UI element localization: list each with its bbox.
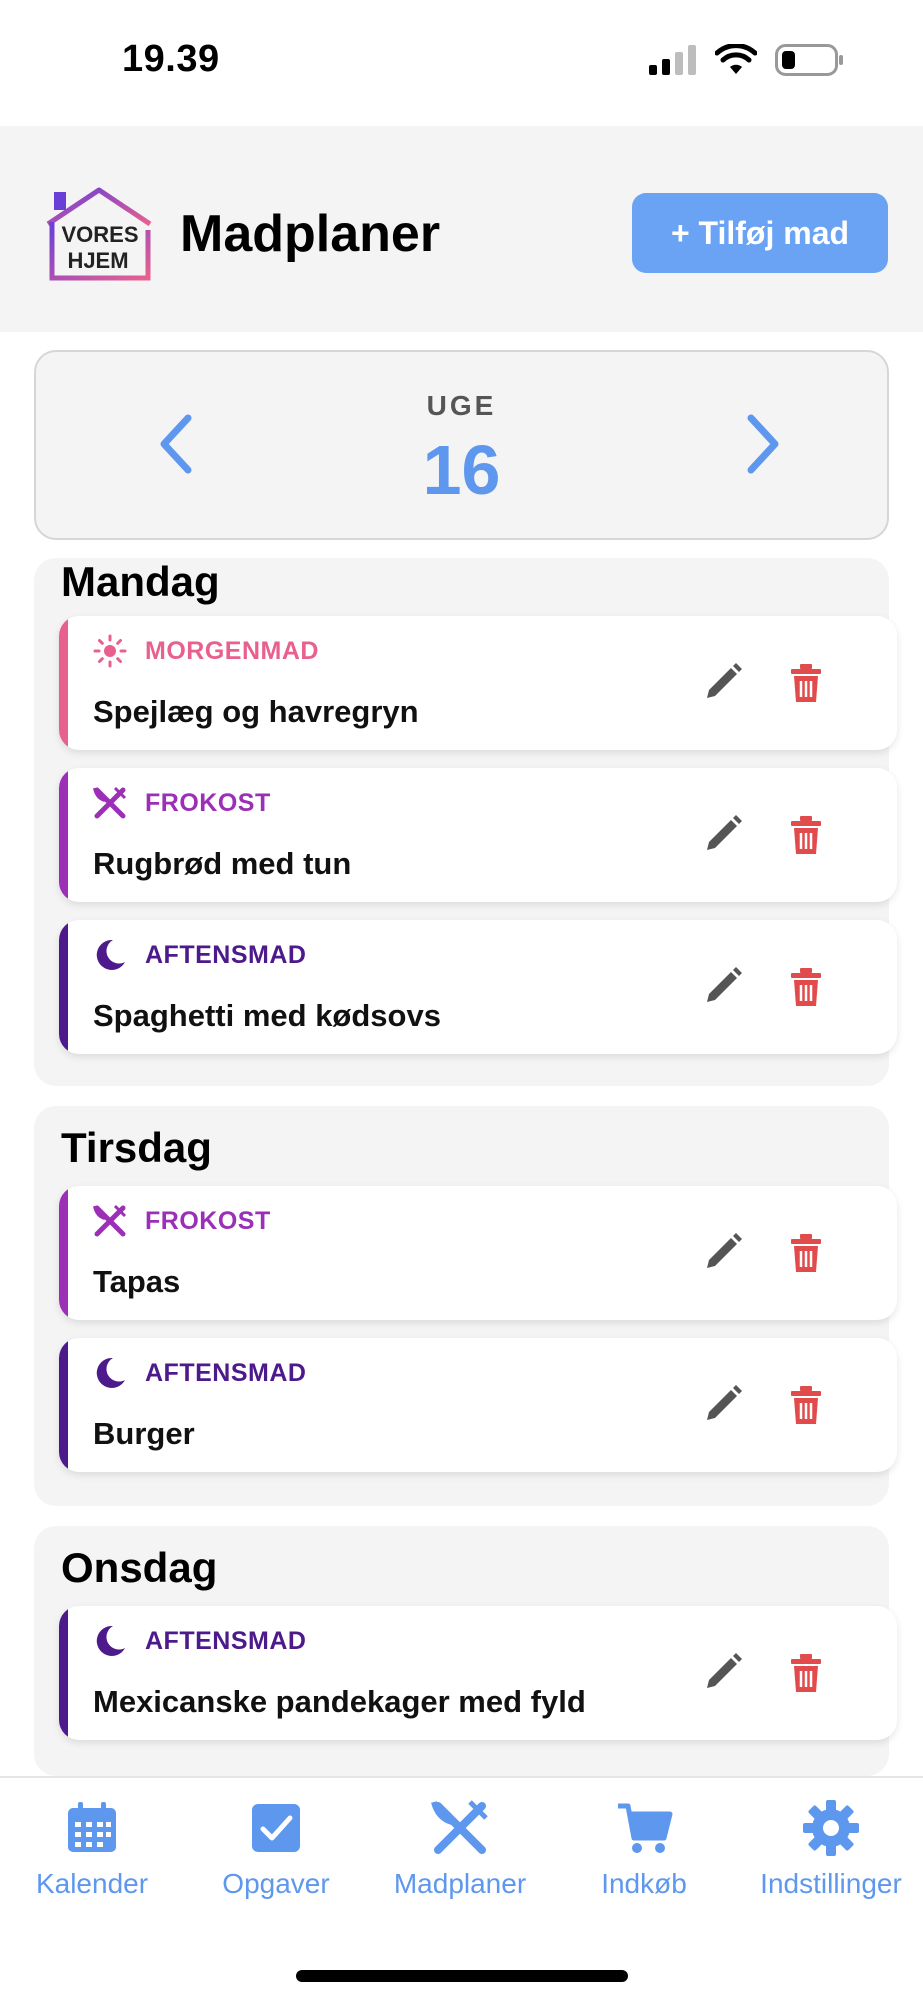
- moon-icon: [93, 1356, 127, 1390]
- status-time: 19.39: [122, 38, 220, 80]
- tab-indkob[interactable]: Indkøb: [552, 1798, 736, 1900]
- logo-house-icon: VORES HJEM: [46, 187, 152, 281]
- meal-name: Mexicanske pandekager med fyld: [93, 1684, 586, 1719]
- meal-card[interactable]: AFTENSMAD Burger: [59, 1338, 897, 1472]
- utensils-icon: [93, 786, 127, 820]
- meal-category: FROKOST: [145, 1206, 271, 1235]
- delete-trash-icon[interactable]: [781, 658, 831, 708]
- delete-trash-icon[interactable]: [781, 1648, 831, 1698]
- signal-icon: [649, 45, 696, 75]
- day-card-mandag: Mandag MORGENMAD Spejlæg og havregryn FR…: [34, 558, 897, 1086]
- moon-icon: [93, 938, 127, 972]
- wifi-icon: [715, 44, 757, 74]
- delete-trash-icon[interactable]: [781, 810, 831, 860]
- meal-name: Spaghetti med kødsovs: [93, 998, 441, 1033]
- tab-label: Kalender: [35, 1868, 149, 1899]
- meal-category: AFTENSMAD: [145, 1626, 307, 1655]
- page-title: Madplaner: [180, 205, 441, 263]
- edit-pencil-icon[interactable]: [697, 1228, 747, 1278]
- meal-category: FROKOST: [145, 788, 271, 817]
- bottom-tab-bar: Kalender Opgaver Madplaner Indkøb Indsti…: [0, 1776, 923, 2000]
- tab-indstillinger[interactable]: Indstillinger: [739, 1798, 923, 1900]
- delete-trash-icon[interactable]: [781, 962, 831, 1012]
- battery-icon: [775, 44, 843, 76]
- meal-name: Tapas: [93, 1264, 181, 1299]
- logo-text-2: HJEM: [67, 248, 128, 273]
- week-selector: UGE 16: [34, 350, 889, 540]
- cart-icon: [618, 1803, 673, 1853]
- meal-card[interactable]: AFTENSMAD Spaghetti med kødsovs: [59, 920, 897, 1054]
- tab-kalender[interactable]: Kalender: [0, 1798, 184, 1900]
- moon-icon: [93, 1624, 127, 1658]
- edit-pencil-icon[interactable]: [697, 1648, 747, 1698]
- meal-name: Burger: [93, 1416, 195, 1451]
- day-title: Tirsdag: [61, 1124, 212, 1171]
- day-title: Onsdag: [61, 1544, 218, 1591]
- meal-category: MORGENMAD: [145, 636, 319, 665]
- meal-name: Rugbrød med tun: [93, 846, 352, 881]
- tab-madplaner[interactable]: Madplaner: [368, 1798, 552, 1900]
- status-bar: 19.39: [0, 0, 923, 126]
- utensils-icon: [93, 1204, 127, 1238]
- home-indicator: [296, 1970, 628, 1982]
- meal-card[interactable]: FROKOST Tapas: [59, 1186, 897, 1320]
- add-food-button[interactable]: + Tilføj mad: [632, 193, 888, 273]
- checkbox-icon: [252, 1804, 300, 1852]
- chevron-right-icon: [747, 414, 779, 474]
- utensils-icon: [431, 1800, 488, 1854]
- day-card-onsdag: Onsdag AFTENSMAD Mexicanske pandekager m…: [34, 1526, 897, 1776]
- meal-category: AFTENSMAD: [145, 940, 307, 969]
- meal-card[interactable]: AFTENSMAD Mexicanske pandekager med fyld: [59, 1606, 897, 1740]
- tab-opgaver[interactable]: Opgaver: [184, 1798, 368, 1900]
- day-card-tirsdag: Tirsdag FROKOST Tapas AFTENSMAD Burger: [34, 1106, 897, 1506]
- logo-text-1: VORES: [61, 222, 138, 247]
- tab-label: Madplaner: [393, 1868, 527, 1899]
- meal-name: Spejlæg og havregryn: [93, 694, 419, 729]
- delete-trash-icon[interactable]: [781, 1380, 831, 1430]
- calendar-icon: [68, 1802, 116, 1852]
- status-icons: [649, 44, 845, 76]
- delete-trash-icon[interactable]: [781, 1228, 831, 1278]
- meal-card[interactable]: FROKOST Rugbrød med tun: [59, 768, 897, 902]
- tab-label: Opgaver: [222, 1868, 330, 1899]
- edit-pencil-icon[interactable]: [697, 810, 747, 860]
- meal-card[interactable]: MORGENMAD Spejlæg og havregryn: [59, 616, 897, 750]
- edit-pencil-icon[interactable]: [697, 962, 747, 1012]
- edit-pencil-icon[interactable]: [697, 658, 747, 708]
- next-week-button[interactable]: [723, 404, 803, 484]
- tab-label: Indkøb: [601, 1868, 687, 1899]
- edit-pencil-icon[interactable]: [697, 1380, 747, 1430]
- tab-label: Indstillinger: [760, 1868, 902, 1899]
- day-title: Mandag: [61, 558, 220, 605]
- app-header: VORES HJEM Madplaner + Tilføj mad: [0, 126, 923, 332]
- sun-icon: [93, 634, 127, 668]
- meal-category: AFTENSMAD: [145, 1358, 307, 1387]
- gear-icon: [803, 1800, 859, 1856]
